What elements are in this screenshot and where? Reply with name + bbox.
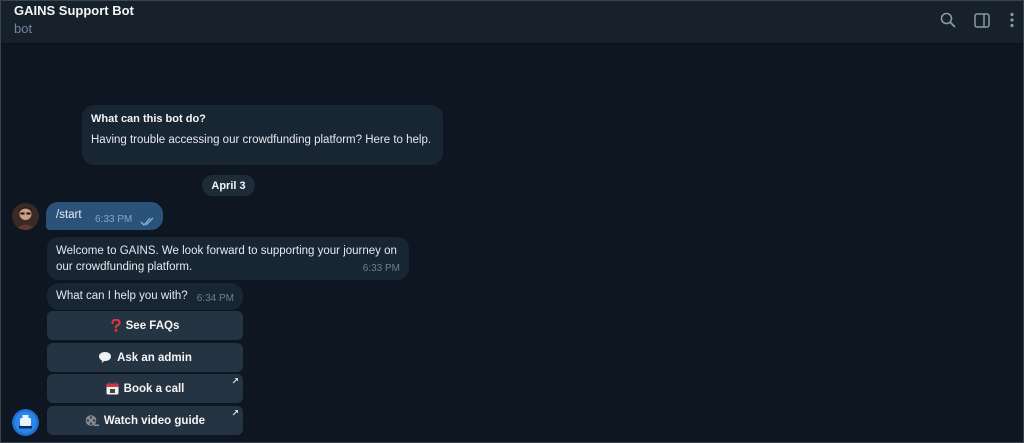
keyboard-button-faqs[interactable]: See FAQs [47, 311, 243, 340]
keyboard-button-ask-admin[interactable]: Ask an admin [47, 343, 243, 372]
date-separator: April 3 [202, 175, 255, 196]
keyboard-button-label: Ask an admin [117, 351, 192, 364]
sidebar-toggle-icon[interactable] [972, 10, 992, 30]
calendar-icon [106, 382, 119, 395]
message-text: Welcome to GAINS. We look forward to sup… [56, 245, 397, 273]
keyboard-button-label: Watch video guide [103, 414, 206, 427]
message-text: What can I help you with? [56, 290, 188, 302]
message-time: 6:33 PM [362, 263, 400, 274]
chat-title[interactable]: GAINS Support Bot [14, 3, 134, 18]
outgoing-message[interactable]: /start 6:33 PM [46, 202, 163, 230]
external-link-icon: ↗ [231, 376, 239, 386]
question-mark-icon [111, 319, 121, 332]
search-icon[interactable] [938, 10, 958, 30]
bot-info-card: What can this bot do? Having trouble acc… [82, 105, 443, 165]
double-check-icon [140, 213, 156, 231]
keyboard-button-label: Book a call [123, 382, 185, 395]
bot-info-title: What can this bot do? [91, 113, 206, 125]
message-time: 6:33 PM [95, 214, 133, 225]
film-reel-icon [85, 414, 99, 427]
message-text: /start [56, 209, 82, 221]
more-options-icon[interactable] [1002, 10, 1022, 30]
keyboard-button-label: See FAQs [125, 319, 180, 332]
keyboard-button-book-call[interactable]: Book a call ↗ [47, 374, 243, 403]
speech-bubble-icon [98, 351, 112, 364]
bot-avatar[interactable] [12, 409, 39, 436]
chat-subtitle: bot [14, 21, 33, 36]
message-time: 6:34 PM [196, 293, 234, 304]
keyboard-button-video-guide[interactable]: Watch video guide ↗ [47, 406, 243, 435]
external-link-icon: ↗ [231, 408, 239, 418]
bot-info-text: Having trouble accessing our crowdfundin… [91, 134, 432, 146]
incoming-message[interactable]: What can I help you with? 6:34 PM [47, 283, 243, 310]
chat-header: GAINS Support Bot bot [0, 0, 1024, 44]
incoming-message[interactable]: Welcome to GAINS. We look forward to sup… [47, 237, 409, 280]
user-avatar[interactable] [12, 203, 39, 230]
